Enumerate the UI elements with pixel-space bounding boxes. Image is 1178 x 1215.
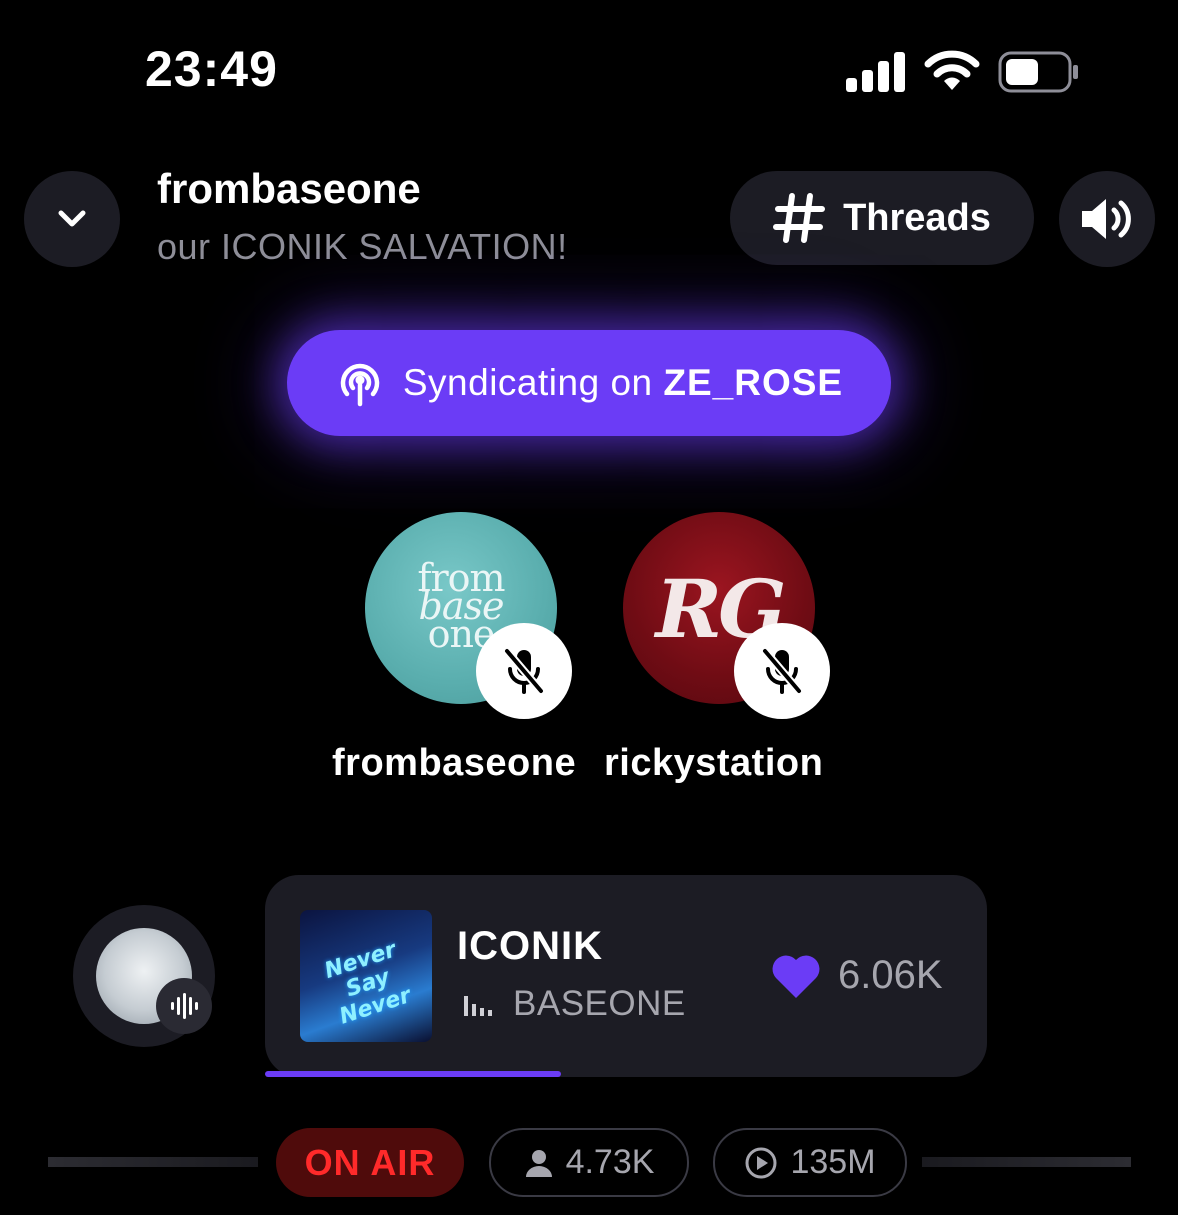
syndicating-button[interactable]: Syndicating on ZE_ROSE (287, 330, 891, 436)
syndicating-text: Syndicating on ZE_ROSE (402, 362, 844, 403)
heart-icon[interactable] (770, 952, 822, 1000)
mic-off-icon (761, 647, 803, 695)
audio-wave-badge (156, 978, 212, 1034)
play-circle-icon (745, 1147, 777, 1178)
podcast-broadcast-icon (340, 363, 380, 407)
muted-mic-badge (734, 623, 830, 719)
divider-line (922, 1157, 1131, 1167)
cellular-signal-icon (846, 52, 905, 92)
room-subtitle: our ICONIK SALVATION! (157, 226, 568, 267)
listeners-value: 4.73K (565, 1143, 655, 1181)
listeners-count[interactable]: 4.73K (489, 1128, 689, 1197)
hash-icon (773, 193, 826, 243)
artist-name: BASEONE (513, 984, 686, 1023)
status-time: 23:49 (145, 41, 278, 97)
equalizer-icon (464, 996, 492, 1016)
battery-icon (998, 51, 1078, 93)
album-art: Never Say Never (300, 910, 432, 1042)
album-art-text: Never Say Never (321, 937, 415, 1030)
chevron-down-icon (58, 210, 86, 227)
plays-count[interactable]: 135M (713, 1128, 907, 1197)
like-count: 6.06K (838, 953, 943, 997)
room-title: frombaseone (157, 165, 421, 212)
mic-off-icon (503, 647, 545, 695)
collapse-button[interactable] (24, 171, 120, 267)
plays-value: 135M (790, 1143, 876, 1181)
audio-wave-icon (171, 993, 198, 1019)
speaker-name: rickystation (604, 742, 824, 784)
speaker-icon (1082, 199, 1131, 239)
person-icon (525, 1149, 552, 1177)
wifi-icon (924, 50, 980, 90)
threads-label: Threads (843, 196, 991, 239)
threads-button[interactable]: Threads (730, 171, 1034, 265)
on-air-badge: ON AIR (276, 1128, 464, 1197)
song-progress-bar (265, 1071, 561, 1077)
volume-button[interactable] (1059, 171, 1155, 267)
muted-mic-badge (476, 623, 572, 719)
song-title: ICONIK (457, 924, 603, 968)
divider-line (48, 1157, 258, 1167)
syndication-channel: ZE_ROSE (663, 362, 844, 403)
speaker-name: frombaseone (332, 742, 577, 784)
